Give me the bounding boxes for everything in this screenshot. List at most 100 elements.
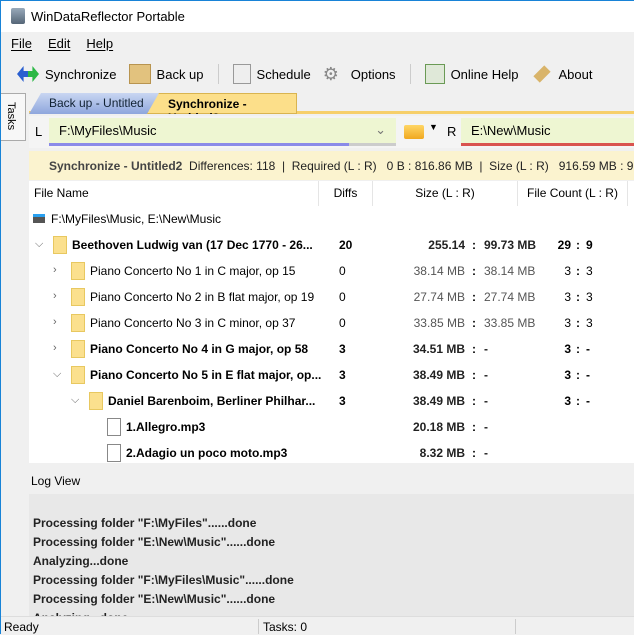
menu-bar: File Edit Help [11, 36, 113, 51]
left-path-value: F:\MyFiles\Music [59, 123, 157, 138]
row-size-left: 38.49 MB [412, 394, 465, 408]
row-diffs: 3 [339, 342, 346, 356]
row-name: Piano Concerto No 4 in G major, op 58 [90, 342, 309, 356]
chevron-down-icon[interactable]: ⌵ [71, 394, 79, 407]
right-path-combobox[interactable]: E:\New\Music [461, 118, 634, 146]
file-icon [107, 444, 121, 462]
menu-help[interactable]: Help [86, 36, 113, 51]
summary-bar: Synchronize - Untitled2 Differences: 118… [29, 151, 634, 180]
row-name: Piano Concerto No 3 in C minor, op 37 [90, 316, 296, 330]
row-size-right: 38.14 MB [484, 264, 536, 278]
row-size-left: 27.74 MB [413, 290, 465, 304]
chevron-down-icon[interactable]: ⌵ [53, 368, 61, 381]
file-tree-grid: File Name Diffs Size (L : R) File Count … [29, 181, 634, 463]
row-name: 2.Adagio un poco moto.mp3 [126, 446, 288, 460]
summary-text: Differences: 118 | Required (L : R) 0 B … [189, 159, 634, 173]
folder-icon [71, 366, 85, 384]
toolbar: Synchronize Back up Schedule ⚙ Options On… [17, 61, 604, 87]
size-separator: : [472, 264, 476, 278]
log-line: Processing folder "E:\New\Music"......do… [33, 592, 276, 606]
row-diffs: 3 [339, 394, 346, 408]
folder-icon [71, 262, 85, 280]
tab-backup-untitled[interactable]: Back up - Untitled [29, 93, 159, 114]
count-separator: : [576, 264, 580, 278]
row-name: Daniel Barenboim, Berliner Philhar... [108, 394, 316, 408]
row-count-right: 3 [586, 290, 593, 304]
row-diffs: 0 [339, 290, 346, 304]
tree-row[interactable]: › Piano Concerto No 1 in C major, op 15 0 3… [29, 258, 634, 284]
tree-row[interactable]: › Piano Concerto No 4 in G major, op 58 3 3… [29, 336, 634, 362]
root-row[interactable]: F:\MyFiles\Music, E:\New\Music [29, 206, 634, 232]
row-size-left: 255.14 [428, 238, 465, 252]
chevron-down-icon[interactable]: ⌄ [375, 122, 386, 138]
options-button[interactable]: ⚙ Options [323, 64, 396, 84]
size-separator: : [472, 316, 476, 330]
column-header-size[interactable]: Size (L : R) [373, 181, 518, 206]
drive-icon [33, 214, 45, 223]
row-count-right: 9 [586, 238, 593, 252]
tree-row[interactable]: 1.Allegro.mp3 20.18 MB: - [29, 414, 634, 440]
row-count-left: 3 [564, 394, 571, 408]
chevron-right-icon[interactable]: › [53, 264, 57, 276]
column-header-diffs[interactable]: Diffs [319, 181, 373, 206]
tree-row[interactable]: › Piano Concerto No 3 in C minor, op 37 0 3… [29, 310, 634, 336]
chevron-down-icon[interactable]: ⌵ [35, 238, 43, 251]
row-size-right: 27.74 MB [484, 290, 536, 304]
path-row: L F:\MyFiles\Music ⌄ ▼ R E:\New\Music [29, 116, 634, 148]
log-line: Analyzing...done [33, 554, 129, 568]
row-name: Piano Concerto No 5 in E flat major, op.… [90, 368, 322, 382]
chevron-right-icon[interactable]: › [53, 342, 57, 354]
row-size-right: 33.85 MB [484, 316, 536, 330]
dropdown-arrow-icon[interactable]: ▼ [429, 122, 438, 132]
left-path-combobox[interactable]: F:\MyFiles\Music ⌄ [49, 118, 396, 146]
tasks-side-tab[interactable]: Tasks [1, 93, 26, 141]
folder-icon [53, 236, 67, 254]
count-separator: : [576, 290, 580, 304]
status-text: Ready [4, 620, 39, 634]
tree-row[interactable]: ⌵ Daniel Barenboim, Berliner Philhar... 3 3… [29, 388, 634, 414]
about-button[interactable]: About [531, 64, 592, 84]
column-header-file-name[interactable]: File Name [29, 181, 319, 206]
log-view-label: Log View [31, 474, 81, 488]
tree-row[interactable]: ⌵ Piano Concerto No 5 in E flat major, op… [29, 362, 634, 388]
grid-header: File Name Diffs Size (L : R) File Count … [29, 181, 634, 206]
tree-row[interactable]: ⌵ Beethoven Ludwig van (17 Dec 1770 - 26.… [29, 232, 634, 258]
chevron-right-icon[interactable]: › [53, 290, 57, 302]
row-name: 1.Allegro.mp3 [126, 420, 206, 434]
row-count-right: 3 [586, 264, 593, 278]
tree-row[interactable]: › Piano Concerto No 2 in B flat major, op… [29, 284, 634, 310]
window-title: WinDataReflector Portable [31, 9, 185, 24]
row-size-right: - [484, 420, 488, 434]
folder-icon [71, 314, 85, 332]
row-diffs: 0 [339, 264, 346, 278]
row-count-left: 3 [564, 290, 571, 304]
row-name: Beethoven Ludwig van (17 Dec 1770 - 26..… [72, 238, 313, 252]
summary-name: Synchronize - Untitled2 [49, 159, 183, 173]
folder-browse-icon[interactable] [404, 125, 424, 139]
tree-row[interactable]: 2.Adagio un poco moto.mp3 8.32 MB: - [29, 440, 634, 463]
count-separator: : [576, 316, 580, 330]
column-header-file-count[interactable]: File Count (L : R) [518, 181, 628, 206]
tag-icon [532, 65, 551, 83]
size-separator: : [472, 420, 476, 434]
online-help-button[interactable]: Online Help [424, 64, 519, 84]
sync-arrows-icon [17, 66, 39, 82]
backup-button[interactable]: Back up [128, 64, 204, 84]
size-separator: : [472, 394, 476, 408]
row-diffs: 20 [339, 238, 353, 252]
chevron-right-icon[interactable]: › [53, 316, 57, 328]
tab-synchronize-untitled2[interactable]: Synchronize - Untitled2 [147, 93, 297, 114]
log-line: Processing folder "F:\MyFiles"......done [33, 516, 257, 530]
row-count-left: 3 [564, 316, 571, 330]
schedule-button[interactable]: Schedule [232, 64, 311, 84]
folder-icon [89, 392, 103, 410]
toolbar-separator [217, 64, 219, 84]
row-diffs: 3 [339, 368, 346, 382]
folder-icon [71, 340, 85, 358]
menu-file[interactable]: File [11, 36, 32, 51]
synchronize-button[interactable]: Synchronize [17, 64, 117, 84]
row-size-left: 8.32 MB [419, 446, 465, 460]
size-separator: : [472, 342, 476, 356]
log-line: Processing folder "E:\New\Music"......do… [33, 535, 276, 549]
menu-edit[interactable]: Edit [48, 36, 70, 51]
